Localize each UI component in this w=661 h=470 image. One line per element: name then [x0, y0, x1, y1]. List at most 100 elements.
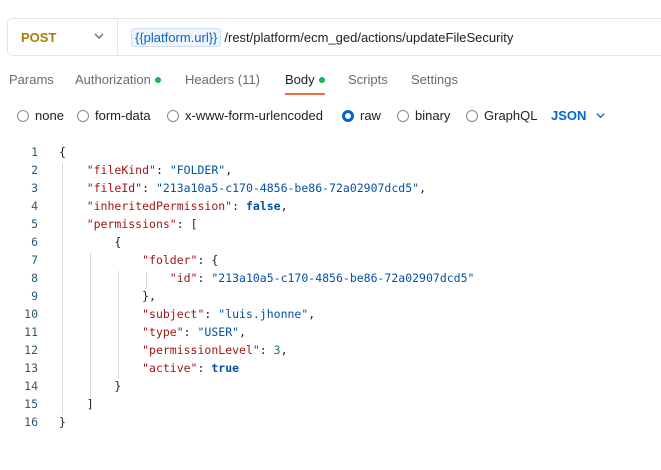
code-token: : [ [176, 217, 198, 231]
tab-params[interactable]: Params [9, 72, 54, 87]
radio-button[interactable] [397, 109, 409, 122]
code-token: , [308, 307, 316, 321]
code-token: : [259, 343, 274, 357]
code-token: : { [197, 253, 219, 267]
code-token: } [59, 379, 122, 393]
code-token: "active" [142, 361, 198, 375]
language-select[interactable]: JSON [551, 108, 606, 123]
line-number: 11 [24, 325, 38, 339]
code-token: "inheritedPermission" [86, 199, 233, 213]
line-number: 2 [31, 163, 38, 177]
tab-body[interactable]: Body [285, 72, 325, 87]
code-line: 2 "fileKind": "FOLDER", [0, 163, 661, 181]
code-token: : [197, 361, 212, 375]
code-line: 7 "folder": { [0, 253, 661, 271]
code-editor[interactable]: 1{2 "fileKind": "FOLDER", 3 "fileId": "21… [0, 145, 661, 470]
code-token: , [419, 181, 426, 195]
code-content: { [59, 145, 66, 159]
code-line: 5 "permissions": [ [0, 217, 661, 235]
radio-button[interactable] [77, 109, 89, 122]
code-line: 3 "fileId": "213a10a5-c170-4856-be86-72a… [0, 181, 661, 199]
line-number: 13 [24, 361, 38, 375]
code-token: "folder" [142, 253, 198, 267]
code-line: 4 "inheritedPermission": false, [0, 199, 661, 217]
url-variable-chip[interactable]: {{platform.url}} [131, 27, 222, 47]
code-content: "folder": { [59, 253, 218, 267]
code-token: : [232, 199, 246, 213]
code-token: "id" [169, 271, 198, 285]
code-token: "213a10a5-c170-4856-be86-72a02907dcd5" [211, 271, 475, 285]
code-token: , [225, 163, 233, 177]
code-content: "fileKind": "FOLDER", [59, 163, 232, 177]
tab-label: Headers (11) [185, 72, 260, 87]
tab-label: Settings [411, 72, 458, 87]
line-number: 8 [31, 271, 38, 285]
radio-button[interactable] [466, 109, 478, 122]
code-line: 12 "permissionLevel": 3, [0, 343, 661, 361]
line-number: 3 [31, 181, 38, 195]
url-input[interactable]: {{platform.url}}/rest/platform/ecm_ged/a… [118, 27, 514, 47]
body-option-raw[interactable]: raw [342, 108, 381, 123]
code-content: { [59, 235, 121, 249]
code-token: } [59, 415, 66, 429]
code-token: : [183, 325, 198, 339]
line-number: 12 [24, 343, 38, 357]
code-line: 9 }, [0, 289, 661, 307]
code-content: "permissions": [ [59, 217, 198, 231]
line-number: 15 [24, 397, 38, 411]
line-number: 5 [31, 217, 38, 231]
code-line: 1{ [0, 145, 661, 163]
chevron-down-icon [596, 113, 606, 119]
body-option-form-data[interactable]: form-data [77, 108, 151, 123]
body-option-binary[interactable]: binary [397, 108, 450, 123]
radio-button[interactable] [167, 109, 179, 122]
method-select[interactable]: POST [8, 19, 118, 55]
code-token: "USER" [197, 325, 240, 339]
line-number: 14 [24, 379, 38, 393]
code-token: { [59, 235, 122, 249]
code-token: 3 [273, 343, 281, 357]
radio-button-selected[interactable] [342, 109, 354, 122]
line-number: 10 [24, 307, 38, 321]
option-label: x-www-form-urlencoded [185, 108, 323, 123]
option-label: binary [415, 108, 451, 123]
code-token: "subject" [142, 307, 205, 321]
code-line: 11 "type": "USER", [0, 325, 661, 343]
url-path: /rest/platform/ecm_ged/actions/updateFil… [224, 29, 514, 45]
code-token: "213a10a5-c170-4856-be86-72a02907dcd5" [155, 181, 420, 195]
option-label: none [35, 108, 64, 123]
code-token: "FOLDER" [169, 163, 226, 177]
body-option-graphql[interactable]: GraphQL [466, 108, 537, 123]
code-content: "subject": "luis.jhonne", [59, 307, 315, 321]
tab-settings[interactable]: Settings [411, 72, 458, 87]
request-url-bar: POST {{platform.url}}/rest/platform/ecm_… [7, 18, 661, 56]
code-token: false [245, 199, 281, 213]
line-number: 4 [31, 199, 38, 213]
code-token: }, [59, 289, 156, 303]
tab-scripts[interactable]: Scripts [348, 72, 388, 87]
line-number: 7 [31, 253, 38, 267]
method-label: POST [21, 29, 57, 45]
tab-authorization[interactable]: Authorization [75, 72, 161, 87]
code-line: 15 ] [0, 397, 661, 415]
code-line: 16} [0, 415, 661, 433]
tab-headers[interactable]: Headers (11) [185, 72, 260, 87]
code-line: 6 { [0, 235, 661, 253]
line-number: 9 [31, 289, 38, 303]
code-content: "active": true [59, 361, 239, 375]
option-label: form-data [95, 108, 151, 123]
code-token: "fileKind" [86, 163, 156, 177]
code-content: }, [59, 289, 156, 303]
language-label: JSON [551, 108, 587, 123]
body-option-urlencoded[interactable]: x-www-form-urlencoded [167, 108, 323, 123]
body-option-none[interactable]: none [17, 108, 64, 123]
body-type-options: none form-data x-www-form-urlencoded raw… [0, 106, 661, 126]
radio-button[interactable] [17, 109, 29, 122]
code-content: "type": "USER", [59, 325, 246, 339]
